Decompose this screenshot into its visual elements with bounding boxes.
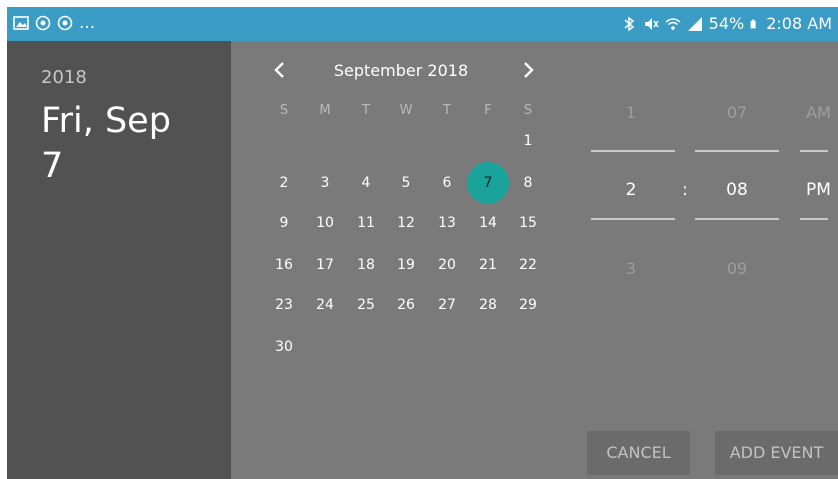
ampm-prev[interactable]: AM (799, 103, 838, 122)
calendar-header: September 2018 (231, 55, 571, 83)
hour-selected[interactable]: 2 (591, 180, 671, 200)
weekday-tue: T (362, 103, 370, 118)
minute-prev[interactable]: 07 (695, 103, 779, 122)
battery-icon (750, 19, 756, 28)
ampm-divider-top (800, 150, 828, 152)
hour-prev[interactable]: 1 (591, 103, 671, 122)
weekday-thu: T (443, 103, 451, 118)
day-cell[interactable]: 23 (270, 291, 298, 319)
day-cell[interactable]: 3 (311, 169, 339, 197)
day-cell[interactable]: 8 (514, 169, 542, 197)
day-cell[interactable]: 29 (514, 291, 542, 319)
day-cell[interactable]: 26 (392, 291, 420, 319)
day-cell[interactable]: 17 (311, 251, 339, 279)
hour-divider-bottom (591, 218, 675, 220)
signal-icon (687, 16, 702, 31)
day-cell[interactable]: 2 (270, 169, 298, 197)
day-cell[interactable]: 19 (392, 251, 420, 279)
selected-date-line2: 7 (41, 146, 64, 186)
cancel-button[interactable]: CANCEL (587, 431, 690, 475)
day-cell[interactable]: 25 (352, 291, 380, 319)
wifi-icon (665, 17, 681, 30)
weekday-sat: S (523, 103, 533, 118)
year-label[interactable]: 2018 (41, 67, 87, 88)
hour-divider-top (591, 150, 675, 152)
selected-date: Fri, Sep 7 (41, 99, 221, 189)
weekday-wed: W (399, 103, 413, 118)
chevron-left-icon[interactable] (269, 59, 291, 81)
ampm-selected[interactable]: PM (799, 180, 838, 200)
day-cell[interactable]: 16 (270, 251, 298, 279)
status-time: 2:08 AM (766, 14, 832, 33)
day-cell[interactable]: 10 (311, 209, 339, 237)
minute-next[interactable]: 09 (695, 259, 779, 278)
day-cell[interactable]: 22 (514, 251, 542, 279)
day-cell[interactable]: 30 (270, 333, 298, 361)
add-event-button[interactable]: ADD EVENT (715, 431, 838, 475)
minute-selected[interactable]: 08 (695, 180, 779, 200)
day-cell[interactable]: 28 (474, 291, 502, 319)
day-cell[interactable]: 4 (352, 169, 380, 197)
minute-divider-top (695, 150, 779, 152)
app-frame: ... 54% 2:08 AM 2018 Fri, Sep 7 Septembe… (7, 7, 838, 479)
day-cell[interactable]: 20 (433, 251, 461, 279)
day-cell[interactable]: 14 (474, 209, 502, 237)
day-cell[interactable]: 13 (433, 209, 461, 237)
target-icon (35, 15, 51, 31)
bluetooth-icon (624, 16, 634, 31)
day-cell[interactable]: 27 (433, 291, 461, 319)
status-more: ... (79, 13, 96, 33)
weekday-sun: S (279, 103, 289, 118)
chevron-right-icon[interactable] (517, 59, 539, 81)
selected-date-line1: Fri, Sep (41, 101, 171, 141)
time-picker: 1 07 AM 2 : 08 PM 3 09 (571, 41, 838, 479)
target-icon (57, 15, 73, 31)
calendar: September 2018 S M T W T F S 1 2 3 4 5 6… (231, 41, 571, 479)
day-cell[interactable]: 9 (270, 209, 298, 237)
day-cell[interactable]: 24 (311, 291, 339, 319)
day-cell[interactable]: 1 (514, 127, 542, 155)
battery-percent: 54% (708, 14, 745, 33)
day-cell[interactable]: 11 (352, 209, 380, 237)
day-cell[interactable]: 15 (514, 209, 542, 237)
day-cell[interactable]: 12 (392, 209, 420, 237)
month-title: September 2018 (333, 61, 469, 80)
weekday-fri: F (484, 103, 492, 118)
day-cell[interactable]: 18 (352, 251, 380, 279)
status-left: ... (13, 13, 95, 33)
day-cell[interactable]: 5 (392, 169, 420, 197)
status-right: 54% 2:08 AM (621, 14, 832, 33)
mute-icon (644, 17, 659, 30)
ampm-divider-bottom (800, 218, 828, 220)
day-cell[interactable]: 21 (474, 251, 502, 279)
image-icon (13, 16, 29, 30)
weekday-mon: M (319, 103, 331, 118)
status-bar: ... 54% 2:08 AM (7, 7, 838, 41)
date-header-panel: 2018 Fri, Sep 7 (7, 41, 231, 479)
day-cell[interactable]: 6 (433, 169, 461, 197)
hour-next[interactable]: 3 (591, 259, 671, 278)
day-cell-selected[interactable]: 7 (467, 162, 509, 204)
time-separator: : (682, 180, 688, 200)
minute-divider-bottom (695, 218, 779, 220)
